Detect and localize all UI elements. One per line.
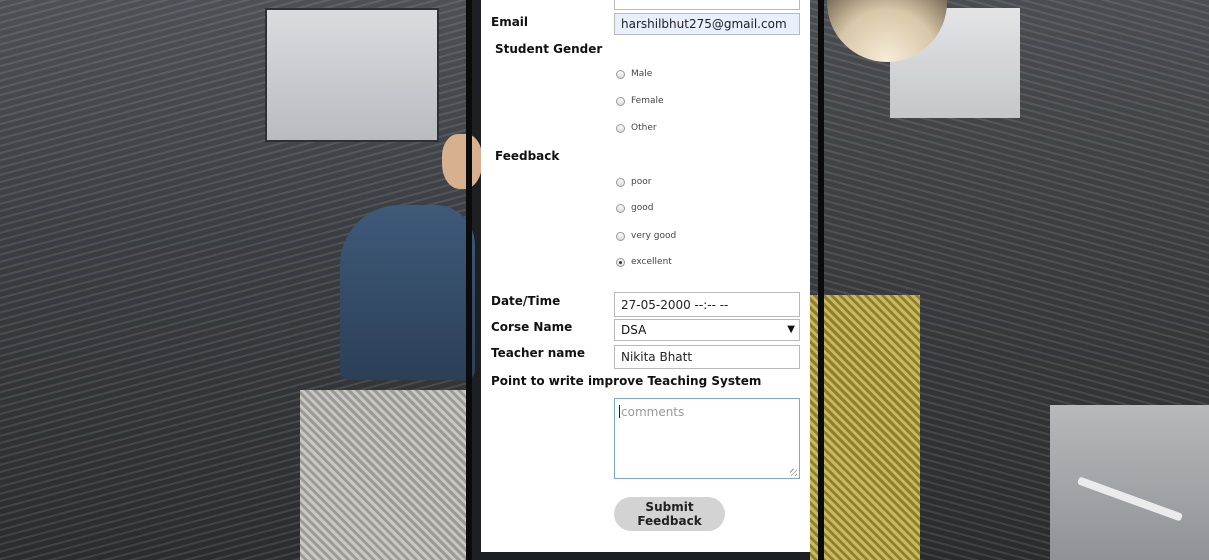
sofa-right [810, 295, 920, 560]
chevron-down-icon[interactable]: ▼ [787, 324, 795, 335]
sofa-left [300, 390, 470, 560]
course-name-label: Corse Name [491, 320, 573, 334]
radio-button-checked[interactable] [616, 257, 625, 267]
student-gender-label: Student Gender [495, 42, 603, 56]
previous-field-edge[interactable] [614, 0, 800, 10]
text-caret [619, 405, 620, 418]
file-cabinet [1050, 405, 1209, 560]
feedback-option-very-good[interactable]: very good [616, 231, 676, 241]
teacher-name-input[interactable]: Nikita Bhatt [614, 345, 800, 369]
radio-label: Female [631, 96, 664, 106]
radio-label: poor [631, 177, 652, 187]
radio-label: Male [631, 69, 653, 79]
radio-label: excellent [631, 257, 672, 267]
radio-button[interactable] [616, 69, 625, 79]
radio-button[interactable] [616, 96, 625, 106]
feedback-option-poor[interactable]: poor [616, 177, 651, 187]
gender-option-male[interactable]: Male [616, 69, 652, 79]
submit-feedback-button[interactable]: Submit Feedback [614, 497, 725, 531]
radio-button[interactable] [616, 123, 625, 133]
radio-label: very good [631, 231, 677, 241]
improve-teaching-label: Point to write improve Teaching System [491, 374, 762, 388]
feedback-option-excellent[interactable]: excellent [616, 257, 672, 267]
person-figure [340, 205, 475, 380]
course-select[interactable]: DSA ▼ [614, 319, 800, 341]
divider-pole-left [466, 0, 472, 560]
radio-label: good [631, 203, 654, 213]
window-left [265, 8, 439, 142]
radio-button[interactable] [616, 231, 625, 241]
datetime-input[interactable]: 27-05-2000 --:-- -- [614, 292, 800, 317]
gender-option-other[interactable]: Other [616, 123, 657, 133]
resize-handle-icon[interactable] [790, 469, 797, 476]
datetime-label: Date/Time [491, 294, 561, 308]
course-select-value: DSA [621, 323, 647, 337]
comments-placeholder: comments [621, 405, 685, 419]
feedback-label: Feedback [495, 149, 560, 163]
gender-option-female[interactable]: Female [616, 96, 664, 106]
feedback-option-good[interactable]: good [616, 203, 653, 213]
teacher-name-label: Teacher name [491, 346, 586, 360]
radio-label: Other [631, 123, 657, 133]
radio-button[interactable] [616, 177, 625, 187]
person-head [442, 134, 482, 189]
radio-button[interactable] [616, 203, 625, 213]
email-label: Email [491, 15, 529, 29]
divider-pole-right [818, 0, 824, 560]
comments-textarea[interactable]: comments [614, 398, 800, 479]
email-field[interactable]: harshilbhut275@gmail.com [614, 13, 800, 35]
